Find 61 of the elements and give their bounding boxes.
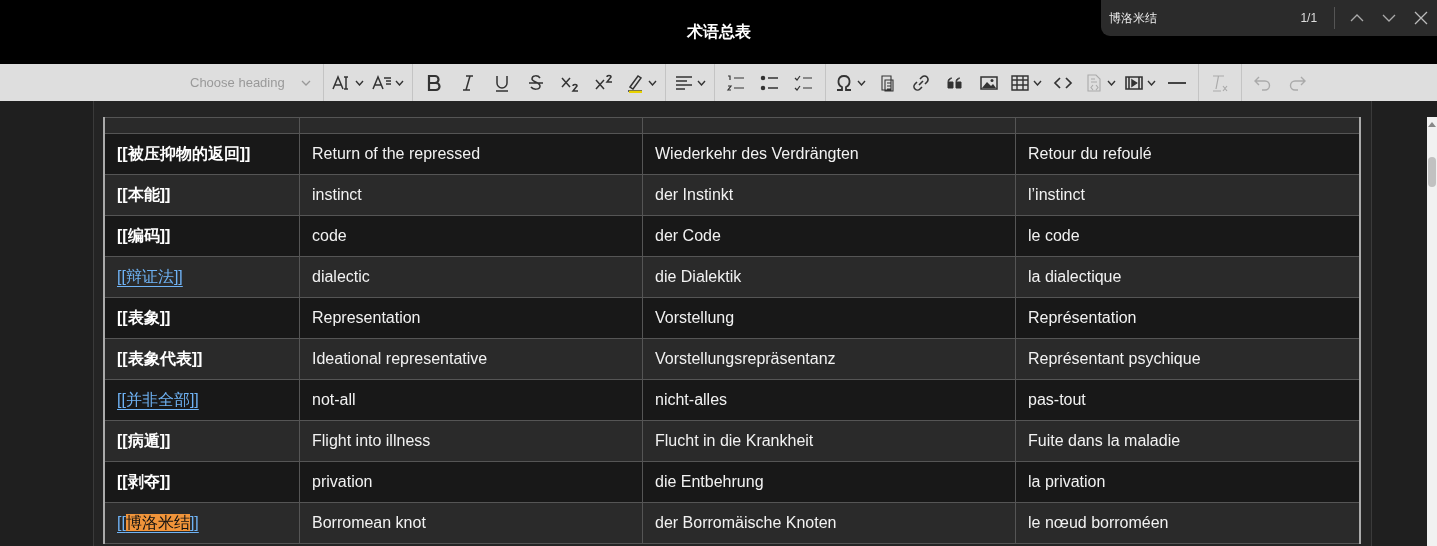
table-cell: Wiederkehr des Verdrängten [655, 145, 859, 162]
scroll-up-icon [1428, 121, 1436, 127]
term-link[interactable]: [[辩证法]] [117, 267, 183, 285]
scrollbar[interactable] [1427, 117, 1437, 546]
window-title: 术语总表 [686, 21, 751, 42]
table-cell: Retour du refoulé [1028, 145, 1152, 162]
numbered-list-icon [725, 72, 746, 93]
table-cell: Representation [312, 309, 421, 326]
table-cell: der Code [655, 227, 721, 244]
table-icon [1009, 72, 1030, 93]
chevron-up-icon [1350, 13, 1365, 23]
caret-icon [1146, 79, 1156, 86]
term-cell: [[本能]] [117, 185, 171, 203]
caret-icon [647, 79, 657, 86]
caret-icon [300, 79, 311, 86]
term-cell: [[剥夺]] [117, 472, 171, 490]
table-cell: l’instinct [1028, 186, 1085, 203]
table-cell: Vorstellungsrepräsentanz [655, 350, 836, 367]
table-cell: privation [312, 473, 373, 490]
table-cell: Return of the repressed [312, 145, 481, 162]
rule-icon [1167, 81, 1186, 84]
caret-icon [856, 79, 866, 86]
term-cell: [[编码]] [117, 226, 171, 244]
table-cell: Flucht in die Krankheit [655, 432, 814, 449]
table-cell: Représentation [1028, 309, 1137, 326]
table-cell: le nœud borroméen [1028, 514, 1169, 531]
table-cell: Borromean knot [312, 514, 426, 531]
table-cell: Fuite dans la maladie [1028, 432, 1181, 449]
table-cell: Vorstellung [655, 309, 735, 326]
table-cell: la privation [1028, 473, 1106, 490]
find-field[interactable]: 博洛米结 [1109, 11, 1289, 25]
table-cell: nicht-alles [655, 391, 728, 408]
term-cell: [[被压抑物的返回]] [117, 144, 251, 162]
term-cell: [[病遁]] [117, 431, 171, 449]
table-cell: la dialectique [1028, 268, 1122, 285]
scrollbar-thumb[interactable] [1428, 157, 1436, 187]
caret-icon [1106, 79, 1116, 86]
table-cell: dialectic [312, 268, 370, 285]
close-icon [1414, 11, 1429, 25]
term-cell: [[表象]] [117, 308, 171, 326]
table-cell: le code [1028, 227, 1080, 244]
table-cell: Flight into illness [312, 432, 431, 449]
caret-icon [354, 79, 364, 86]
table-cell: die Dialektik [655, 268, 742, 285]
table-cell: not-all [312, 391, 356, 408]
match-count: 1/1 [1300, 11, 1319, 25]
term-link[interactable]: [[并非全部]] [117, 390, 199, 408]
table-cell: instinct [312, 186, 362, 203]
term-cell: [[表象代表]] [117, 349, 203, 367]
table-cell: die Entbehrung [655, 473, 764, 490]
link-icon [910, 72, 931, 93]
table-cell: pas-tout [1028, 391, 1086, 408]
caret-icon [394, 79, 404, 86]
table-cell: Ideational representative [312, 350, 488, 367]
caret-icon [696, 79, 706, 86]
table-cell: code [312, 227, 347, 244]
table-cell: Représentant psychique [1028, 350, 1201, 367]
caret-icon [1032, 79, 1042, 86]
table-cell: der Borromäische Knoten [655, 514, 837, 531]
chevron-down-icon [1382, 13, 1397, 23]
table-cell: der Instinkt [655, 186, 734, 203]
